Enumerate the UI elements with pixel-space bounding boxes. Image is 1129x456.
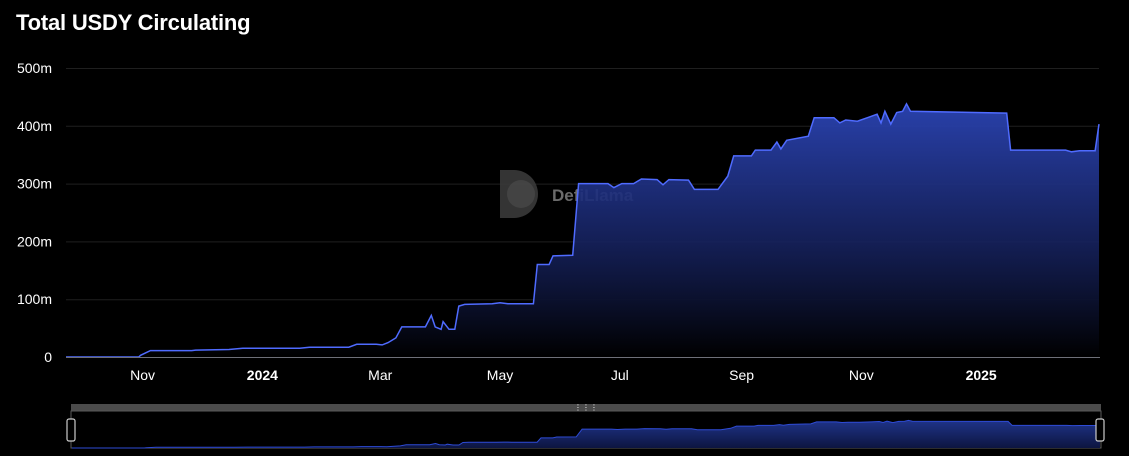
series-area: [66, 103, 1099, 357]
x-tick-label: Mar: [368, 367, 392, 383]
y-tick-label: 400m: [17, 118, 52, 134]
x-tick-label: 2024: [247, 367, 278, 383]
y-tick-label: 500m: [17, 60, 52, 76]
x-tick-label: May: [487, 367, 513, 383]
y-tick-label: 100m: [17, 291, 52, 307]
mini-series-area: [72, 420, 1100, 448]
x-tick-label: Nov: [849, 367, 874, 383]
x-tick-label: Jul: [611, 367, 629, 383]
watermark-llama-icon: [507, 180, 535, 208]
y-tick-label: 0: [44, 349, 52, 365]
x-tick-label: Nov: [130, 367, 155, 383]
y-tick-label: 300m: [17, 176, 52, 192]
x-axis: Nov 2024 Mar May Jul Sep Nov 2025: [130, 367, 997, 383]
chart-svg[interactable]: 0 100m 200m 300m 400m 500m Nov 2024 Mar May Jul Se…: [0, 0, 1129, 456]
y-axis: 0 100m 200m 300m 400m 500m: [17, 60, 52, 365]
x-tick-label: Sep: [729, 367, 754, 383]
x-tick-label: 2025: [966, 367, 997, 383]
zoom-handle-left[interactable]: [66, 418, 76, 442]
zoom-handle-right[interactable]: [1095, 418, 1105, 442]
y-tick-label: 200m: [17, 233, 52, 249]
zoom-slider[interactable]: ⋮⋮⋮: [66, 403, 1105, 449]
